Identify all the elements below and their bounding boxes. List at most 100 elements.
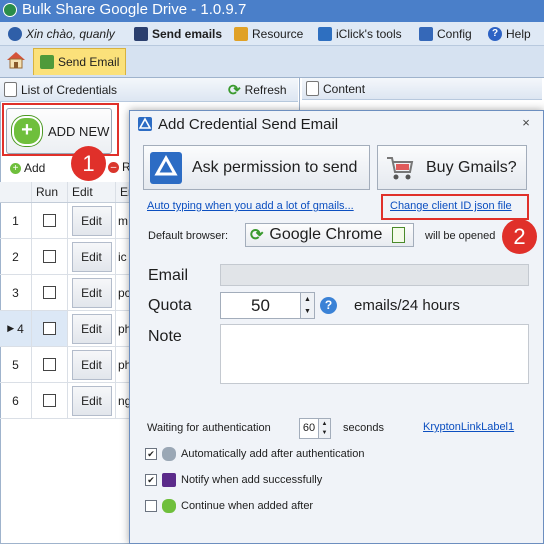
- row-pointer-icon: ▶: [7, 323, 15, 333]
- notify-option[interactable]: ✔ Notify when add successfully: [145, 471, 322, 489]
- note-textarea[interactable]: [220, 324, 529, 384]
- auto-add-checkbox[interactable]: ✔: [145, 448, 157, 460]
- waiting-stepper[interactable]: ▲ ▼: [319, 418, 331, 439]
- annotation-box-2: [381, 194, 529, 220]
- run-checkbox[interactable]: [43, 322, 56, 335]
- ask-permission-button[interactable]: Ask permission to send: [143, 145, 370, 190]
- config-icon: [419, 27, 433, 41]
- spin-down-icon[interactable]: ▼: [322, 430, 328, 436]
- shopping-cart-icon: [387, 156, 414, 179]
- continue-checkbox[interactable]: [145, 500, 157, 512]
- quota-stepper[interactable]: ▲ ▼: [301, 292, 315, 319]
- column-header-edit[interactable]: Edit: [68, 182, 116, 202]
- notify-icon: [162, 473, 176, 487]
- edit-button[interactable]: Edit: [71, 277, 112, 308]
- refresh-icon: ⟳: [228, 82, 241, 99]
- spin-down-icon[interactable]: ▼: [304, 308, 311, 315]
- quota-label: Quota: [148, 297, 192, 314]
- krypton-link[interactable]: KryptonLinkLabel1: [423, 421, 514, 433]
- menu-help[interactable]: ? Help: [488, 26, 531, 42]
- menu-iclick-tools[interactable]: iClick's tools: [318, 26, 402, 42]
- run-cell: [32, 383, 68, 418]
- drive-icon: [150, 151, 182, 184]
- continue-label: Continue when added after: [181, 500, 314, 512]
- send-emails-label: Send emails: [152, 27, 223, 41]
- run-cell: [32, 239, 68, 274]
- edit-button[interactable]: Edit: [71, 349, 112, 380]
- iclick-tools-label: iClick's tools: [336, 27, 402, 41]
- browser-select[interactable]: ⟳ Google Chrome: [245, 223, 414, 247]
- help-icon: ?: [488, 27, 502, 41]
- email-label: Email: [148, 267, 189, 284]
- table-row-selected[interactable]: ▶ 4 Edit ph: [0, 311, 132, 347]
- run-cell: [32, 311, 68, 346]
- table-row[interactable]: 2 Edit ic: [0, 239, 132, 275]
- help-label: Help: [506, 27, 531, 41]
- menu-send-emails[interactable]: Send emails: [134, 26, 222, 42]
- edit-button[interactable]: Edit: [71, 241, 112, 272]
- edit-button[interactable]: Edit: [71, 205, 112, 236]
- home-tab[interactable]: [4, 48, 28, 74]
- send-emails-icon: [134, 27, 148, 41]
- spin-up-icon[interactable]: ▲: [304, 296, 311, 303]
- spin-up-icon[interactable]: ▲: [322, 421, 328, 427]
- tab-send-email[interactable]: Send Email: [33, 48, 126, 75]
- run-cell: [32, 203, 68, 238]
- toolbar-remove-button[interactable]: – R: [108, 160, 131, 174]
- edit-cell: Edit: [68, 383, 116, 418]
- auto-add-icon: [162, 447, 176, 461]
- run-cell: [32, 275, 68, 310]
- auto-typing-link[interactable]: Auto typing when you add a lot of gmails…: [147, 200, 354, 212]
- run-checkbox[interactable]: [43, 250, 56, 263]
- run-checkbox[interactable]: [43, 286, 56, 299]
- send-email-tab-label: Send Email: [58, 55, 120, 69]
- default-browser-label: Default browser:: [148, 230, 229, 242]
- row-number: 1: [0, 203, 32, 238]
- row-number: 2: [0, 239, 32, 274]
- auto-add-label: Automatically add after authentication: [181, 448, 365, 460]
- document-icon: [392, 227, 406, 243]
- table-row[interactable]: 5 Edit ph: [0, 347, 132, 383]
- email-field[interactable]: [220, 264, 529, 286]
- user-greeting[interactable]: Xin chào, quanly: [8, 26, 115, 42]
- notify-checkbox[interactable]: ✔: [145, 474, 157, 486]
- annotation-badge-1: 1: [71, 146, 106, 181]
- edit-cell: Edit: [68, 311, 116, 346]
- run-checkbox[interactable]: [43, 394, 56, 407]
- resource-icon: [234, 27, 248, 41]
- edit-button[interactable]: Edit: [71, 385, 112, 416]
- grid-header: Run Edit En: [0, 182, 132, 203]
- table-row[interactable]: 1 Edit m: [0, 203, 132, 239]
- column-header-run[interactable]: Run: [32, 182, 68, 202]
- edit-cell: Edit: [68, 275, 116, 310]
- row-number: ▶ 4: [0, 311, 32, 346]
- quota-input[interactable]: 50: [220, 292, 301, 319]
- waiting-input[interactable]: 60: [299, 418, 319, 439]
- tab-content[interactable]: Content: [302, 78, 542, 100]
- help-icon[interactable]: ?: [320, 297, 337, 314]
- note-label: Note: [148, 328, 182, 345]
- dialog-title-bar: Add Credential Send Email: [130, 111, 543, 137]
- window-title: Bulk Share Google Drive - 1.0.9.7: [22, 1, 247, 18]
- add-small-icon: +: [10, 162, 21, 174]
- close-icon[interactable]: ×: [519, 116, 533, 130]
- continue-option[interactable]: Continue when added after: [145, 497, 313, 515]
- row-number: 5: [0, 347, 32, 382]
- buy-gmails-button[interactable]: Buy Gmails?: [377, 145, 527, 190]
- edit-button[interactable]: Edit: [71, 313, 112, 344]
- run-checkbox[interactable]: [43, 358, 56, 371]
- refresh-button[interactable]: ⟳ Refresh: [228, 81, 287, 99]
- table-row[interactable]: 3 Edit pc: [0, 275, 132, 311]
- table-row[interactable]: 6 Edit ng: [0, 383, 132, 419]
- auto-add-option[interactable]: ✔ Automatically add after authentication: [145, 445, 364, 463]
- annotation-box-1: [2, 103, 119, 156]
- continue-icon: [162, 499, 176, 513]
- toolbar-add-button[interactable]: + Add: [10, 161, 45, 175]
- buy-gmails-label: Buy Gmails?: [426, 158, 517, 176]
- content-page-icon: [306, 81, 319, 96]
- quota-unit-label: emails/24 hours: [354, 297, 460, 314]
- menu-config[interactable]: Config: [419, 26, 472, 42]
- run-checkbox[interactable]: [43, 214, 56, 227]
- annotation-badge-2: 2: [502, 219, 537, 254]
- menu-resource[interactable]: Resource: [234, 26, 303, 42]
